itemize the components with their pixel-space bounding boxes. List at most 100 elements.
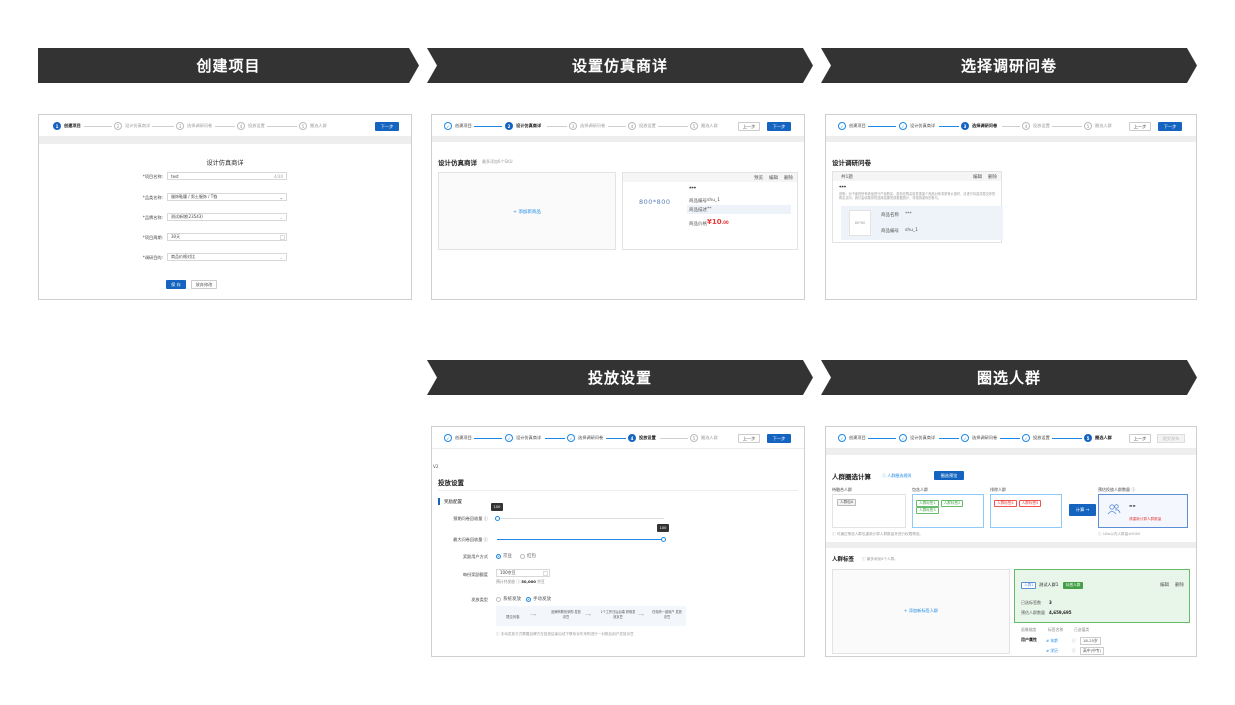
gray-strip — [826, 137, 1196, 142]
amount-stepper[interactable]: 100京豆 — [496, 569, 550, 577]
save-button[interactable]: 保 存 — [166, 280, 186, 289]
step-5[interactable]: 5 圈选人群 — [690, 122, 718, 130]
step-2[interactable]: ✓ 设计仿真商详 — [899, 122, 935, 130]
field-label: *品牌名称: — [142, 215, 163, 220]
question-name: *** — [839, 186, 847, 191]
step-3[interactable]: 3 选择调研问卷 — [569, 122, 605, 130]
step-2[interactable]: ✓ 设计仿真商详 — [899, 434, 935, 442]
audience-tag[interactable]: 人群标签5 — [1018, 500, 1042, 507]
step-2[interactable]: 2 设计仿真商详 — [505, 122, 541, 130]
prev-button[interactable]: 上一步 — [738, 434, 760, 443]
step-2[interactable]: ✓ 设计仿真商详 — [505, 434, 541, 442]
radio-hongbao[interactable]: 红包 — [520, 553, 536, 559]
step-4[interactable]: ✓ 投放设置 — [1022, 434, 1050, 442]
preview-button[interactable]: 圈选预览 — [934, 471, 964, 480]
add-product-link[interactable]: + 添加新商品 — [439, 209, 615, 215]
hint-text: 最多添加6个SKU — [482, 159, 513, 164]
step-dot: 4 — [628, 434, 636, 442]
chevron-down-icon: ⌄ — [279, 194, 283, 200]
step-4[interactable]: 4 投放设置 — [628, 122, 656, 130]
step-label: 创建项目 — [455, 123, 472, 128]
include-box[interactable]: 人群标签1 人群标签2人群标签3 — [912, 494, 984, 528]
audience-tag[interactable]: 人群标签1 — [916, 500, 939, 507]
next-button[interactable]: 下一步 — [767, 122, 791, 131]
fusion-box[interactable]: 人群包A — [832, 494, 906, 528]
step-5[interactable]: 5 圈选人群 — [690, 434, 718, 442]
prev-button[interactable]: 上一步 — [1129, 434, 1151, 443]
page-title: 设计仿真商详 — [438, 159, 477, 167]
edit-link[interactable]: 编辑 — [1160, 582, 1169, 588]
brand-select[interactable]: 测试新增(23543) ⌄ — [167, 213, 287, 221]
step-dot: 5 — [690, 434, 698, 442]
step-label: 投放设置 — [1033, 435, 1050, 440]
audience-tag[interactable]: 人群标签3 — [916, 507, 939, 514]
compute-button[interactable]: 计算 → — [1069, 504, 1096, 516]
edit-link[interactable]: 编辑 — [973, 174, 982, 180]
delete-link[interactable]: 删除 — [988, 174, 997, 180]
slider-handle[interactable] — [661, 537, 666, 542]
delete-link[interactable]: 删除 — [1175, 582, 1184, 588]
purpose-select[interactable]: 商品价格对比 ⌄ — [167, 253, 287, 261]
step-3[interactable]: 3 选择调研问卷 — [961, 122, 997, 130]
step-1[interactable]: ✓ 创建项目 — [838, 434, 866, 442]
slider-track[interactable] — [497, 539, 664, 540]
step-4[interactable]: 4 投放设置 — [1022, 122, 1050, 130]
slider-tooltip: 100 — [657, 524, 669, 532]
audience-tag[interactable]: 人群包A — [837, 499, 857, 506]
step-1[interactable]: ✓ 创建项目 — [444, 122, 472, 130]
add-tag-area[interactable]: + 添加新标签人群 — [832, 569, 1010, 654]
radio-jingdou[interactable]: 京豆 — [496, 553, 512, 559]
step-2[interactable]: 2 设计仿真商详 — [114, 122, 150, 130]
audience-tag[interactable]: 人群标签4 — [994, 500, 1017, 507]
slider-handle[interactable] — [495, 516, 500, 521]
period-stepper[interactable]: 30天 — [167, 233, 287, 241]
step-label: 选择调研问卷 — [187, 123, 213, 128]
step-1[interactable]: ✓ 创建项目 — [444, 434, 472, 442]
step-4[interactable]: 4 投放设置 — [237, 122, 265, 130]
exclude-tags: 人群标签4 人群标签5 — [994, 500, 1043, 507]
sub-tab[interactable]: 标签名称 — [1048, 627, 1063, 633]
add-tag-link[interactable]: + 添加新标签人群 — [833, 608, 1009, 614]
audience-tag[interactable]: 人群标签2 — [940, 500, 964, 507]
step-4[interactable]: 4 投放设置 — [628, 434, 656, 442]
stepper-arrows-icon[interactable] — [280, 235, 285, 240]
prev-button[interactable]: 上一步 — [738, 122, 760, 131]
radio-manual[interactable]: 手动发放 — [526, 596, 551, 602]
next-button[interactable]: 下一步 — [375, 122, 399, 131]
discard-button[interactable]: 放弃修改 — [191, 280, 217, 289]
step-3[interactable]: 3 选择调研问卷 — [176, 122, 212, 130]
step-1[interactable]: 1 创建项目 — [53, 122, 81, 130]
selected-value: 3 — [1049, 600, 1052, 605]
step-5[interactable]: 5 圈选人群 — [299, 122, 327, 130]
project-name-input[interactable]: test 4/30 — [167, 172, 287, 180]
step-label: 创建项目 — [849, 123, 866, 128]
sub-tab[interactable]: 画像维度 — [1021, 627, 1036, 633]
step-label: 创建项目 — [64, 123, 81, 128]
step-label: 投放设置 — [248, 123, 265, 128]
step-5[interactable]: 5 圈选人群 — [1084, 122, 1112, 130]
edit-link[interactable]: 编辑 — [769, 175, 778, 181]
step-dot: 5 — [690, 122, 698, 130]
exclude-box[interactable]: 人群标签4 人群标签5 — [990, 494, 1062, 528]
slider-track[interactable] — [497, 518, 664, 519]
category-select[interactable]: 服饰鞋履 / 男士服饰 / T恤 ⌄ — [167, 193, 287, 201]
add-product-area[interactable]: + 添加新商品 — [438, 172, 616, 250]
version-label: V2 — [433, 464, 439, 469]
submit-button[interactable]: 提交发布 — [1157, 434, 1185, 443]
radio-system[interactable]: 系统发放 — [496, 596, 521, 602]
preview-link[interactable]: 预览 — [754, 175, 763, 181]
select-value: 测试新增(23543) — [171, 214, 203, 219]
stepper-arrows-icon[interactable] — [543, 571, 548, 576]
price-integer: ¥10 — [707, 218, 722, 226]
rules-link[interactable]: ⓘ 人群圈选规则 — [882, 473, 911, 479]
step-label: 设计仿真商详 — [125, 123, 151, 128]
delete-link[interactable]: 删除 — [784, 175, 793, 181]
next-button[interactable]: 下一步 — [1158, 122, 1182, 131]
step-1[interactable]: ✓ 创建项目 — [838, 122, 866, 130]
prev-button[interactable]: 上一步 — [1129, 122, 1151, 131]
step-3[interactable]: ✓ 选择调研问卷 — [567, 434, 603, 442]
step-3[interactable]: ✓ 选择调研问卷 — [961, 434, 997, 442]
step-5[interactable]: 5 圈选人群 — [1084, 434, 1112, 442]
next-button[interactable]: 下一步 — [767, 434, 791, 443]
sub-tab[interactable]: 已选值类 — [1074, 627, 1089, 633]
